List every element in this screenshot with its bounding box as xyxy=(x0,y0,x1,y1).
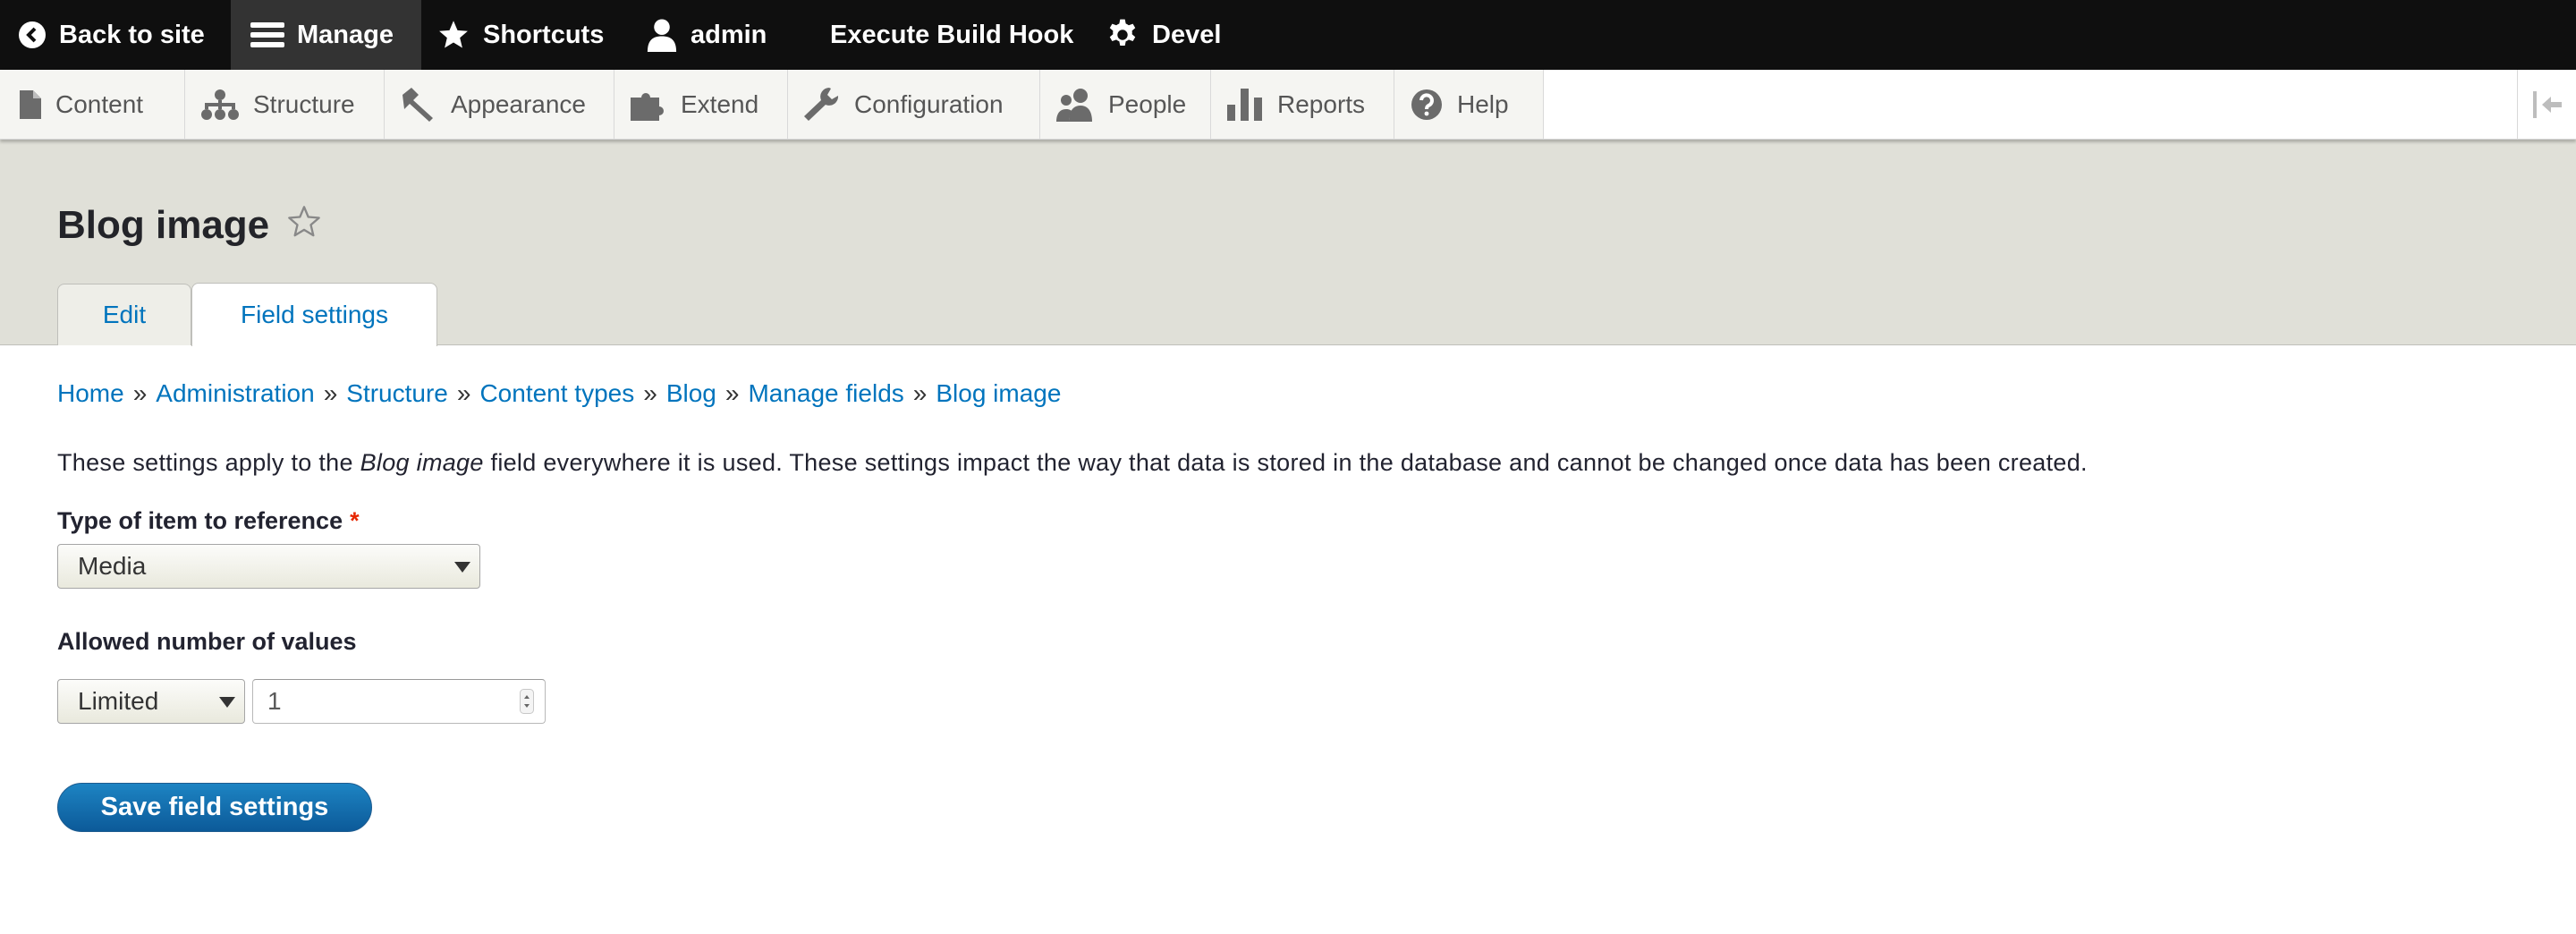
puzzle-icon xyxy=(631,92,664,121)
tray-item-label: Reports xyxy=(1277,89,1366,118)
dropdown-arrow-icon xyxy=(454,562,470,573)
cardinality-label: Allowed number of values xyxy=(57,628,357,655)
people-icon xyxy=(1056,88,1092,122)
user-label: admin xyxy=(691,20,767,49)
collapse-left-icon xyxy=(2532,90,2562,118)
star-icon xyxy=(439,21,468,48)
tray-item-configuration[interactable]: Configuration xyxy=(788,70,1040,139)
shortcuts-label: Shortcuts xyxy=(483,20,605,49)
tray-item-label: Extend xyxy=(681,89,759,118)
shortcut-star-icon[interactable] xyxy=(286,204,322,240)
save-field-settings-button[interactable]: Save field settings xyxy=(57,783,372,832)
breadcrumb-home[interactable]: Home xyxy=(57,379,124,407)
cardinality-select-value: Limited xyxy=(78,687,159,715)
bar-chart-icon xyxy=(1227,88,1262,121)
page-title: Blog image xyxy=(57,203,270,247)
breadcrumb-administration[interactable]: Administration xyxy=(156,379,314,407)
manage-label: Manage xyxy=(297,20,394,49)
tray-item-label: Structure xyxy=(253,89,355,118)
reference-type-value: Media xyxy=(78,552,147,580)
tray-orientation-toggle[interactable] xyxy=(2517,70,2576,139)
breadcrumb: Home » Administration » Structure » Content ty… xyxy=(57,379,1061,408)
breadcrumb-separator: » xyxy=(724,379,740,407)
breadcrumb-separator: » xyxy=(912,379,928,407)
execute-build-hook-label: Execute Build Hook xyxy=(830,20,1074,49)
breadcrumb-blog-image[interactable]: Blog image xyxy=(936,379,1061,407)
gear-icon xyxy=(1109,19,1136,47)
user-tab[interactable]: admin xyxy=(646,0,767,70)
user-icon xyxy=(647,19,677,52)
back-to-site-label: Back to site xyxy=(59,20,205,49)
breadcrumb-separator: » xyxy=(323,379,338,407)
devel-tab[interactable]: Devel xyxy=(1106,0,1221,70)
menu-icon xyxy=(250,22,284,47)
paintbrush-icon xyxy=(402,87,433,122)
tray-item-extend[interactable]: Extend xyxy=(614,70,788,139)
cardinality-number-input[interactable]: 1 xyxy=(252,679,546,724)
tray-item-label: Content xyxy=(55,89,144,118)
description-prefix: These settings apply to the xyxy=(57,449,353,476)
tray-item-label: People xyxy=(1108,89,1187,118)
tray-item-help[interactable]: Help xyxy=(1394,70,1544,139)
breadcrumb-manage-fields[interactable]: Manage fields xyxy=(748,379,903,407)
breadcrumb-separator: » xyxy=(456,379,471,407)
required-marker: * xyxy=(350,507,360,534)
cardinality-select[interactable]: Limited xyxy=(57,679,245,724)
chevron-left-circle-icon xyxy=(19,21,46,48)
tray-item-appearance[interactable]: Appearance xyxy=(385,70,614,139)
tray-item-label: Configuration xyxy=(854,89,1004,118)
reference-type-select[interactable]: Media xyxy=(57,544,480,589)
admin-tray: Content Structure Appearance Extend Conf… xyxy=(0,70,2576,140)
description-suffix: field everywhere it is used. These setti… xyxy=(490,449,2088,476)
tab-edit[interactable]: Edit xyxy=(57,284,191,345)
reference-type-label-text: Type of item to reference xyxy=(57,507,343,534)
reference-type-label: Type of item to reference * xyxy=(57,507,360,535)
dropdown-arrow-icon xyxy=(219,697,235,708)
devel-label: Devel xyxy=(1152,20,1222,49)
breadcrumb-separator: » xyxy=(132,379,148,407)
admin-toolbar: Back to site Manage Shortcuts admin Exec… xyxy=(0,0,2576,70)
tab-field-settings[interactable]: Field settings xyxy=(191,283,437,346)
breadcrumb-structure[interactable]: Structure xyxy=(346,379,448,407)
breadcrumb-content-types[interactable]: Content types xyxy=(479,379,634,407)
number-spinner-icon[interactable] xyxy=(520,689,534,714)
tray-item-label: Help xyxy=(1457,89,1509,118)
shortcuts-tab[interactable]: Shortcuts xyxy=(436,0,604,70)
wrench-icon xyxy=(804,87,839,121)
tray-item-people[interactable]: People xyxy=(1040,70,1211,139)
tray-item-reports[interactable]: Reports xyxy=(1211,70,1394,139)
field-settings-description: These settings apply to the Blog image f… xyxy=(57,449,2088,477)
page-header: Blog image Edit Field settings xyxy=(0,140,2576,346)
execute-build-hook-tab[interactable]: Execute Build Hook xyxy=(830,0,1073,70)
tray-item-content[interactable]: Content xyxy=(0,70,185,139)
cardinality-number-value: 1 xyxy=(267,687,282,715)
sitemap-icon xyxy=(201,89,239,120)
tray-item-structure[interactable]: Structure xyxy=(185,70,385,139)
description-field-name: Blog image xyxy=(360,449,484,476)
manage-tab[interactable]: Manage xyxy=(231,0,421,70)
help-icon xyxy=(1411,89,1442,120)
breadcrumb-blog[interactable]: Blog xyxy=(666,379,716,407)
tray-item-label: Appearance xyxy=(451,89,587,118)
back-to-site-link[interactable]: Back to site xyxy=(18,0,205,70)
file-icon xyxy=(20,89,41,119)
breadcrumb-separator: » xyxy=(643,379,657,407)
